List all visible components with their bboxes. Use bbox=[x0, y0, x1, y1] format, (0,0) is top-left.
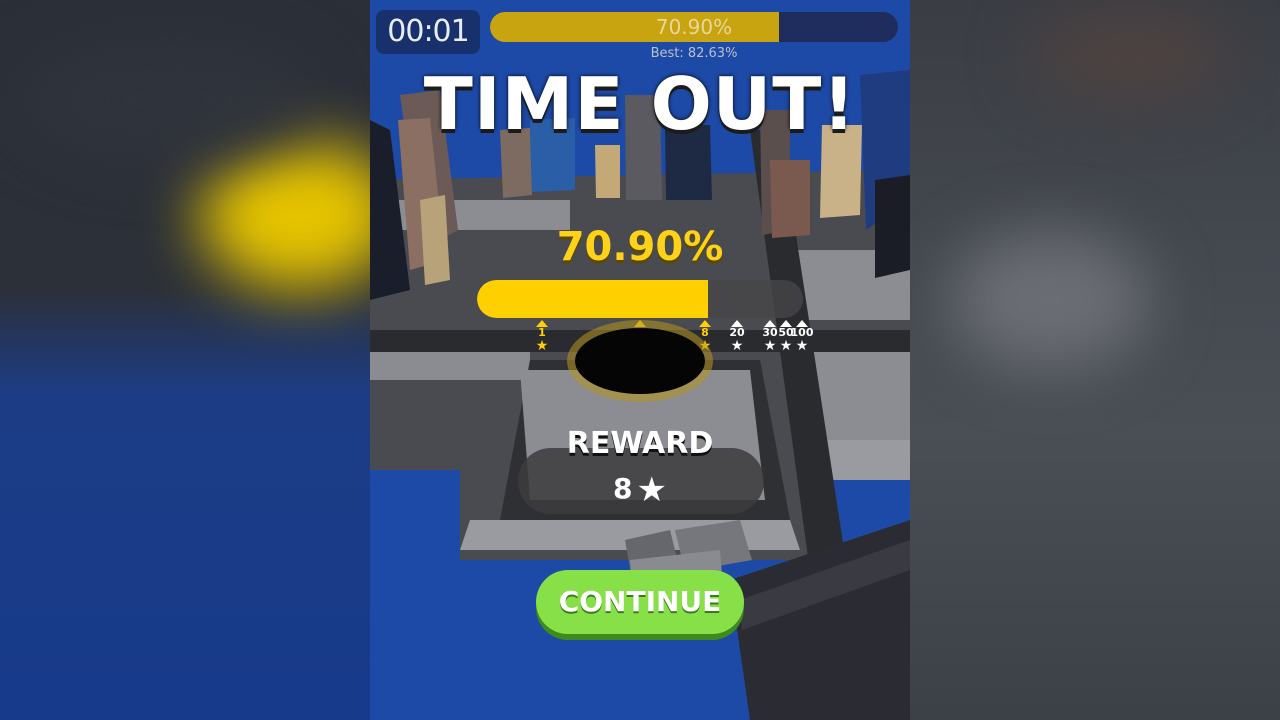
result-progress-fill bbox=[477, 280, 709, 318]
reward-amount-value: 8 bbox=[613, 472, 633, 505]
star-icon: ★ bbox=[730, 338, 744, 354]
milestone-1: 1 ★ bbox=[524, 320, 560, 353]
continue-button[interactable]: CONTINUE bbox=[536, 570, 744, 634]
star-icon: ★ bbox=[636, 470, 667, 510]
star-icon: ★ bbox=[535, 338, 549, 354]
reward-label: REWARD bbox=[566, 426, 714, 461]
timer-display: 00:01 bbox=[376, 10, 480, 54]
reward-amount: 8 ★ bbox=[370, 470, 910, 510]
result-progress-bar bbox=[477, 280, 803, 318]
top-progress-text: 70.90% bbox=[655, 15, 733, 39]
screen: 00:01 70.90% Best: 82.63% TIME OUT! 70.9… bbox=[0, 0, 1280, 720]
result-percent: 70.90% bbox=[556, 224, 724, 270]
milestone-100: 100 ★ bbox=[784, 320, 820, 353]
blurred-right-backdrop bbox=[910, 0, 1280, 720]
time-out-title: TIME OUT! bbox=[423, 62, 857, 146]
milestone-20: 20 ★ bbox=[719, 320, 755, 353]
star-icon: ★ bbox=[795, 338, 809, 354]
black-hole bbox=[575, 328, 705, 394]
top-progress-bar: 70.90% bbox=[490, 12, 898, 42]
blurred-left-backdrop bbox=[0, 0, 370, 720]
best-score-text: Best: 82.63% bbox=[650, 46, 738, 61]
game-viewport: 00:01 70.90% Best: 82.63% TIME OUT! 70.9… bbox=[370, 0, 910, 720]
